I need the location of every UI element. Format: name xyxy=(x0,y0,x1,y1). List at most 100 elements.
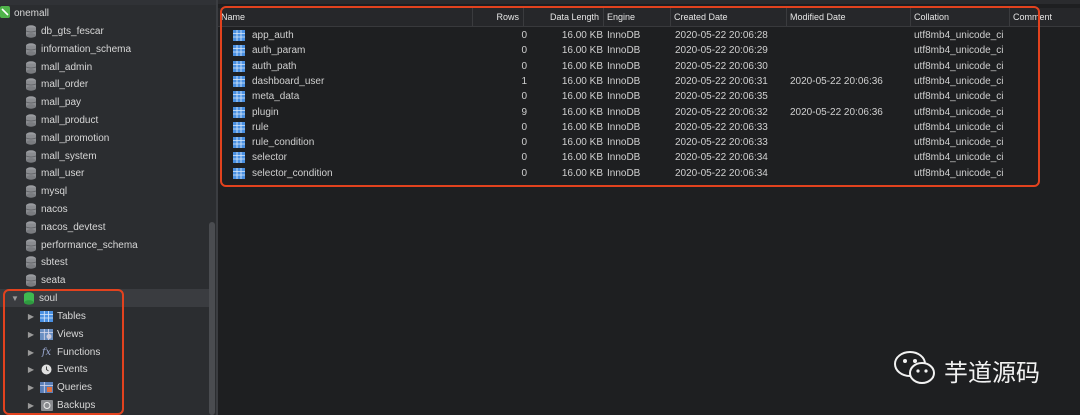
database-item[interactable]: performance_schema xyxy=(0,236,210,254)
table-icon xyxy=(233,107,245,118)
view-icon xyxy=(40,328,53,340)
header-data-length[interactable]: Data Length xyxy=(523,8,603,26)
database-item[interactable]: mall_pay xyxy=(0,93,210,111)
connection-label: onemall xyxy=(14,7,50,19)
database-item[interactable]: mall_admin xyxy=(0,58,210,76)
table-icon xyxy=(233,122,245,133)
cell-created-date: 2020-05-22 20:06:34 xyxy=(675,168,768,179)
cell-name: selector xyxy=(252,152,288,163)
cell-engine: InnoDB xyxy=(607,107,641,118)
database-item[interactable]: mysql xyxy=(0,182,210,200)
table-row[interactable]: rule 0 16.00 KB InnoDB 2020-05-22 20:06:33 ut… xyxy=(218,120,1080,135)
cell-engine: InnoDB xyxy=(607,91,641,102)
cell-collation: utf8mb4_unicode_ci xyxy=(914,91,1004,102)
table-row[interactable]: selector 0 16.00 KB InnoDB 2020-05-22 20:06:… xyxy=(218,150,1080,165)
tree-item-views[interactable]: ▶ Views xyxy=(0,325,210,343)
tree-item-events[interactable]: ▶ Events xyxy=(0,360,210,378)
table-icon xyxy=(233,91,245,102)
database-item[interactable]: mall_order xyxy=(0,75,210,93)
disclosure-expanded-icon[interactable]: ▼ xyxy=(10,294,20,303)
header-created-date[interactable]: Created Date xyxy=(670,8,786,26)
database-item[interactable]: mall_system xyxy=(0,147,210,165)
tree-item-queries[interactable]: ▶ Queries xyxy=(0,378,210,396)
database-label: db_gts_fescar xyxy=(41,25,104,37)
database-item[interactable]: seata xyxy=(0,271,210,289)
header-collation[interactable]: Collation xyxy=(910,8,1009,26)
disclosure-collapsed-icon[interactable]: ▶ xyxy=(26,312,36,321)
cell-engine: InnoDB xyxy=(607,168,641,179)
cell-collation: utf8mb4_unicode_ci xyxy=(914,30,1004,41)
cell-data-length: 16.00 KB xyxy=(561,122,603,133)
cell-data-length: 16.00 KB xyxy=(561,45,603,56)
cell-rows: 9 xyxy=(521,107,527,118)
watermark: 芋道源码 xyxy=(894,350,1040,391)
database-label: mall_system xyxy=(41,150,97,162)
connection-icon xyxy=(0,5,10,21)
sidebar-scrollbar[interactable] xyxy=(209,222,215,415)
table-row[interactable]: meta_data 0 16.00 KB InnoDB 2020-05-22 20:06… xyxy=(218,89,1080,104)
database-icon xyxy=(26,149,36,163)
cell-created-date: 2020-05-22 20:06:33 xyxy=(675,122,768,133)
database-item[interactable]: nacos xyxy=(0,200,210,218)
database-item[interactable]: sbtest xyxy=(0,253,210,271)
disclosure-collapsed-icon[interactable]: ▶ xyxy=(26,330,36,339)
table-row[interactable]: auth_path 0 16.00 KB InnoDB 2020-05-22 20:06… xyxy=(218,59,1080,74)
cell-data-length: 16.00 KB xyxy=(561,137,603,148)
tree-item-backups[interactable]: ▶ Backups xyxy=(0,396,210,414)
tree-item-tables[interactable]: ▶ Tables xyxy=(0,307,210,325)
clock-icon xyxy=(40,364,53,375)
cell-name: auth_path xyxy=(252,61,297,72)
table-row[interactable]: dashboard_user 1 16.00 KB InnoDB 2020-05-22 … xyxy=(218,74,1080,89)
cell-collation: utf8mb4_unicode_ci xyxy=(914,168,1004,179)
query-icon xyxy=(40,381,53,393)
database-item[interactable]: information_schema xyxy=(0,40,210,58)
cell-created-date: 2020-05-22 20:06:35 xyxy=(675,91,768,102)
database-item[interactable]: nacos_devtest xyxy=(0,218,210,236)
tree-item-label: Events xyxy=(57,363,88,375)
table-row[interactable]: plugin 9 16.00 KB InnoDB 2020-05-22 20:06:32… xyxy=(218,105,1080,120)
column-header: Name Rows Data Length Engine Created Dat… xyxy=(218,8,1080,27)
header-engine[interactable]: Engine xyxy=(603,8,670,26)
table-row[interactable]: rule_condition 0 16.00 KB InnoDB 2020-05-22 … xyxy=(218,135,1080,150)
header-rows[interactable]: Rows xyxy=(472,8,523,26)
table-row[interactable]: selector_condition 0 16.00 KB InnoDB 2020-05… xyxy=(218,166,1080,181)
database-label: mall_order xyxy=(41,78,89,90)
database-item[interactable]: mall_user xyxy=(0,164,210,182)
database-label: nacos xyxy=(41,203,68,215)
cell-rows: 1 xyxy=(521,76,527,87)
cell-collation: utf8mb4_unicode_ci xyxy=(914,45,1004,56)
tree-item-label: Views xyxy=(57,328,84,340)
cell-collation: utf8mb4_unicode_ci xyxy=(914,76,1004,87)
tree-item-label: Tables xyxy=(57,310,86,322)
header-name[interactable]: Name xyxy=(218,8,472,26)
watermark-text: 芋道源码 xyxy=(944,359,1040,387)
database-item[interactable]: mall_promotion xyxy=(0,129,210,147)
database-icon xyxy=(26,60,36,74)
disclosure-collapsed-icon[interactable]: ▶ xyxy=(26,365,36,374)
connection-item[interactable]: onemall xyxy=(0,4,210,22)
database-item-soul[interactable]: ▼ soul xyxy=(0,289,210,307)
cell-collation: utf8mb4_unicode_ci xyxy=(914,137,1004,148)
header-comment[interactable]: Comment xyxy=(1009,8,1080,26)
table-icon xyxy=(233,61,245,72)
database-label: soul xyxy=(39,292,58,304)
header-modified-date[interactable]: Modified Date xyxy=(786,8,910,26)
function-icon: fx xyxy=(41,346,52,358)
cell-rows: 0 xyxy=(521,30,527,41)
table-row[interactable]: app_auth 0 16.00 KB InnoDB 2020-05-22 20:06:… xyxy=(218,28,1080,43)
table-row[interactable]: auth_param 0 16.00 KB InnoDB 2020-05-22 20:0… xyxy=(218,43,1080,58)
database-icon xyxy=(26,113,36,127)
cell-created-date: 2020-05-22 20:06:28 xyxy=(675,30,768,41)
cell-rows: 0 xyxy=(521,168,527,179)
disclosure-collapsed-icon[interactable]: ▶ xyxy=(26,401,36,410)
disclosure-collapsed-icon[interactable]: ▶ xyxy=(26,348,36,357)
database-icon xyxy=(26,255,36,269)
cell-rows: 0 xyxy=(521,91,527,102)
cell-created-date: 2020-05-22 20:06:29 xyxy=(675,45,768,56)
database-item[interactable]: mall_product xyxy=(0,111,210,129)
cell-data-length: 16.00 KB xyxy=(561,107,603,118)
database-label: mall_pay xyxy=(41,96,82,108)
disclosure-collapsed-icon[interactable]: ▶ xyxy=(26,383,36,392)
tree-item-functions[interactable]: ▶ fx Functions xyxy=(0,343,210,361)
database-item[interactable]: db_gts_fescar xyxy=(0,22,210,40)
